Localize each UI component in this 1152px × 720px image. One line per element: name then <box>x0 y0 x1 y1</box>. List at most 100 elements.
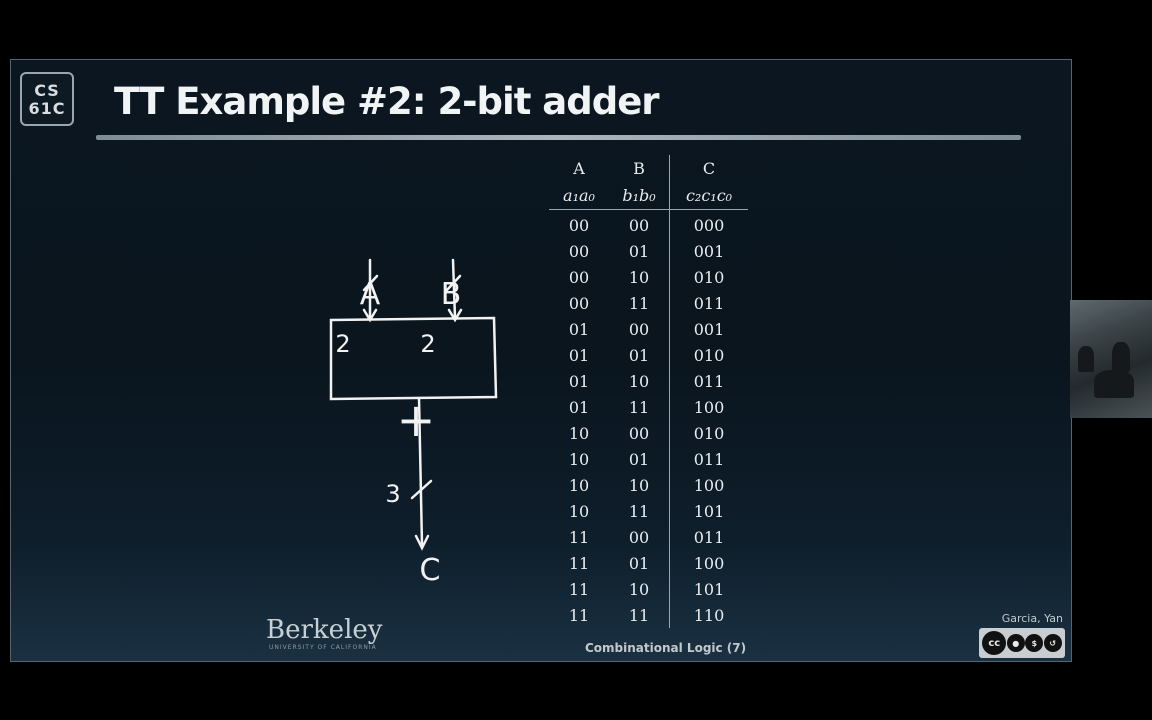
table-cell-a: 01 <box>568 345 590 365</box>
table-row: 10 11 101 <box>549 498 748 524</box>
table-cell-b: 01 <box>628 345 650 365</box>
table-cell-a: 10 <box>568 423 590 443</box>
table-cell-b: 11 <box>628 293 650 313</box>
table-cell-b: 10 <box>628 267 650 287</box>
table-cell-b: 11 <box>628 605 650 625</box>
table-cell-a: 00 <box>568 293 590 313</box>
table-cell-a: 11 <box>568 527 590 547</box>
table-cell-c: 011 <box>669 368 748 394</box>
berkeley-wordmark: Berkeley <box>266 615 383 645</box>
table-cell-b: 11 <box>628 397 650 417</box>
footer-title: Combinational Logic (7) <box>585 641 747 655</box>
webcam-person <box>1078 346 1094 372</box>
subheader-c: c₂c₁c₀ <box>669 181 748 210</box>
table-cell-a: 10 <box>568 501 590 521</box>
table-row: 01 10 011 <box>549 368 748 394</box>
table-cell-a: 00 <box>568 241 590 261</box>
table-row: 00 10 010 <box>549 264 748 290</box>
table-cell-b: 01 <box>628 553 650 573</box>
berkeley-subtitle: UNIVERSITY OF CALIFORNIA <box>269 644 377 651</box>
table-cell-a: 01 <box>568 319 590 339</box>
sa-icon: ↺ <box>1043 634 1062 652</box>
table-cell-b: 00 <box>628 527 650 547</box>
table-row: 11 10 101 <box>549 576 748 602</box>
table-cell-a: 00 <box>568 215 590 235</box>
table-cell-c: 011 <box>669 290 748 316</box>
table-cell-b: 11 <box>628 501 650 521</box>
table-cell-c: 010 <box>669 420 748 446</box>
header-b: B <box>633 158 645 178</box>
table-cell-a: 01 <box>568 397 590 417</box>
table-row: 10 00 010 <box>549 420 748 446</box>
table-row: 11 00 011 <box>549 524 748 550</box>
logo-line-1: CS <box>34 81 60 100</box>
table-cell-b: 10 <box>628 371 650 391</box>
nc-icon: $ <box>1025 634 1044 652</box>
table-cell-b: 00 <box>628 423 650 443</box>
table-row: 01 01 010 <box>549 342 748 368</box>
slide-title: TT Example #2: 2-bit adder <box>114 80 660 123</box>
table-cell-b: 10 <box>628 579 650 599</box>
table-cell-c: 000 <box>669 209 748 238</box>
author-credit: Garcia, Yan <box>1001 612 1063 625</box>
table-cell-c: 100 <box>669 550 748 576</box>
table-cell-a: 10 <box>568 475 590 495</box>
table-row: 00 00 000 <box>549 209 748 238</box>
input-b-width: 2 <box>420 330 435 358</box>
header-a: A <box>573 158 585 178</box>
table-cell-a: 00 <box>568 267 590 287</box>
adder-operator: + <box>397 393 436 447</box>
table-row: 11 01 100 <box>549 550 748 576</box>
table-cell-b: 10 <box>628 475 650 495</box>
table-cell-a: 01 <box>568 371 590 391</box>
header-c: C <box>669 155 748 181</box>
adder-diagram: A B 2 2 + 3 C <box>329 258 498 588</box>
slide: CS 61C TT Example #2: 2-bit adder A B 2 … <box>10 59 1072 662</box>
table-row: 11 11 110 <box>549 602 748 628</box>
table-cell-c: 001 <box>669 316 748 342</box>
table-cell-c: 011 <box>669 524 748 550</box>
table-cell-a: 11 <box>568 553 590 573</box>
subheader-a: a₁a₀ <box>549 181 609 210</box>
title-underline <box>96 135 1021 140</box>
table-cell-c: 011 <box>669 446 748 472</box>
webcam-desk <box>1094 370 1134 398</box>
truth-table: A B C a₁a₀ b₁b₀ c₂c₁c₀ 00 00 000 00 01 001 00 1… <box>549 155 748 628</box>
table-cell-c: 101 <box>669 576 748 602</box>
table-cell-a: 11 <box>568 579 590 599</box>
table-cell-b: 00 <box>628 215 650 235</box>
logo-line-2: 61C <box>28 99 66 118</box>
webcam-person <box>1112 342 1130 372</box>
table-cell-c: 110 <box>669 602 748 628</box>
table-row: 01 00 001 <box>549 316 748 342</box>
table-cell-c: 010 <box>669 264 748 290</box>
table-cell-c: 100 <box>669 394 748 420</box>
input-b-label: B <box>441 277 462 312</box>
adder-box <box>329 316 498 401</box>
table-row: 10 01 011 <box>549 446 748 472</box>
cc-icon: cc <box>982 631 1007 655</box>
output-width: 3 <box>385 480 400 508</box>
table-cell-b: 00 <box>628 319 650 339</box>
table-cell-c: 001 <box>669 238 748 264</box>
table-cell-b: 01 <box>628 241 650 261</box>
berkeley-logo: Berkeley UNIVERSITY OF CALIFORNIA <box>266 616 382 651</box>
input-a-width: 2 <box>335 330 350 358</box>
table-cell-a: 11 <box>568 605 590 625</box>
output-label: C <box>420 553 441 588</box>
table-row: 00 01 001 <box>549 238 748 264</box>
table-cell-c: 100 <box>669 472 748 498</box>
table-cell-a: 10 <box>568 449 590 469</box>
table-row: 01 11 100 <box>549 394 748 420</box>
table-cell-b: 01 <box>628 449 650 469</box>
subheader-b: b₁b₀ <box>609 181 670 210</box>
table-row: 00 11 011 <box>549 290 748 316</box>
table-cell-c: 010 <box>669 342 748 368</box>
input-a-label: A <box>360 277 381 312</box>
cs61c-logo: CS 61C <box>20 72 74 126</box>
by-icon: ● <box>1006 634 1025 652</box>
webcam-thumbnail <box>1070 300 1152 418</box>
table-cell-c: 101 <box>669 498 748 524</box>
table-row: 10 10 100 <box>549 472 748 498</box>
creative-commons-badge: cc ● $ ↺ <box>979 628 1065 658</box>
